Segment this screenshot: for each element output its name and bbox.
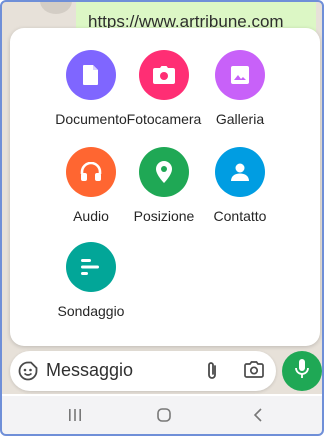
attach-option-label: Galleria — [215, 111, 265, 127]
paperclip-icon[interactable] — [206, 361, 220, 383]
back-icon[interactable] — [247, 405, 269, 425]
location-pin-icon — [139, 147, 189, 197]
mic-icon — [295, 358, 309, 384]
contact-icon — [215, 147, 265, 197]
camera-icon — [139, 50, 189, 100]
attach-option-contact[interactable]: Contatto — [192, 147, 288, 224]
home-icon[interactable] — [153, 405, 175, 425]
gallery-icon — [215, 50, 265, 100]
system-navigation-bar — [2, 396, 322, 434]
attachment-menu: Documento Fotocamera Galleria Audio Posi… — [10, 28, 320, 346]
mic-button[interactable] — [282, 351, 322, 391]
sticker-icon[interactable] — [18, 361, 38, 381]
attach-option-label: Contatto — [213, 208, 267, 224]
poll-icon — [66, 242, 116, 292]
message-input[interactable]: Messaggio — [46, 360, 133, 381]
attach-option-poll[interactable]: Sondaggio — [43, 242, 139, 319]
headphones-icon — [66, 147, 116, 197]
attach-option-gallery[interactable]: Galleria — [192, 50, 288, 127]
recents-icon[interactable] — [64, 405, 86, 425]
camera-icon[interactable] — [244, 361, 266, 381]
attach-option-label: Sondaggio — [57, 303, 125, 319]
document-icon — [66, 50, 116, 100]
message-composer[interactable]: Messaggio — [10, 351, 276, 391]
